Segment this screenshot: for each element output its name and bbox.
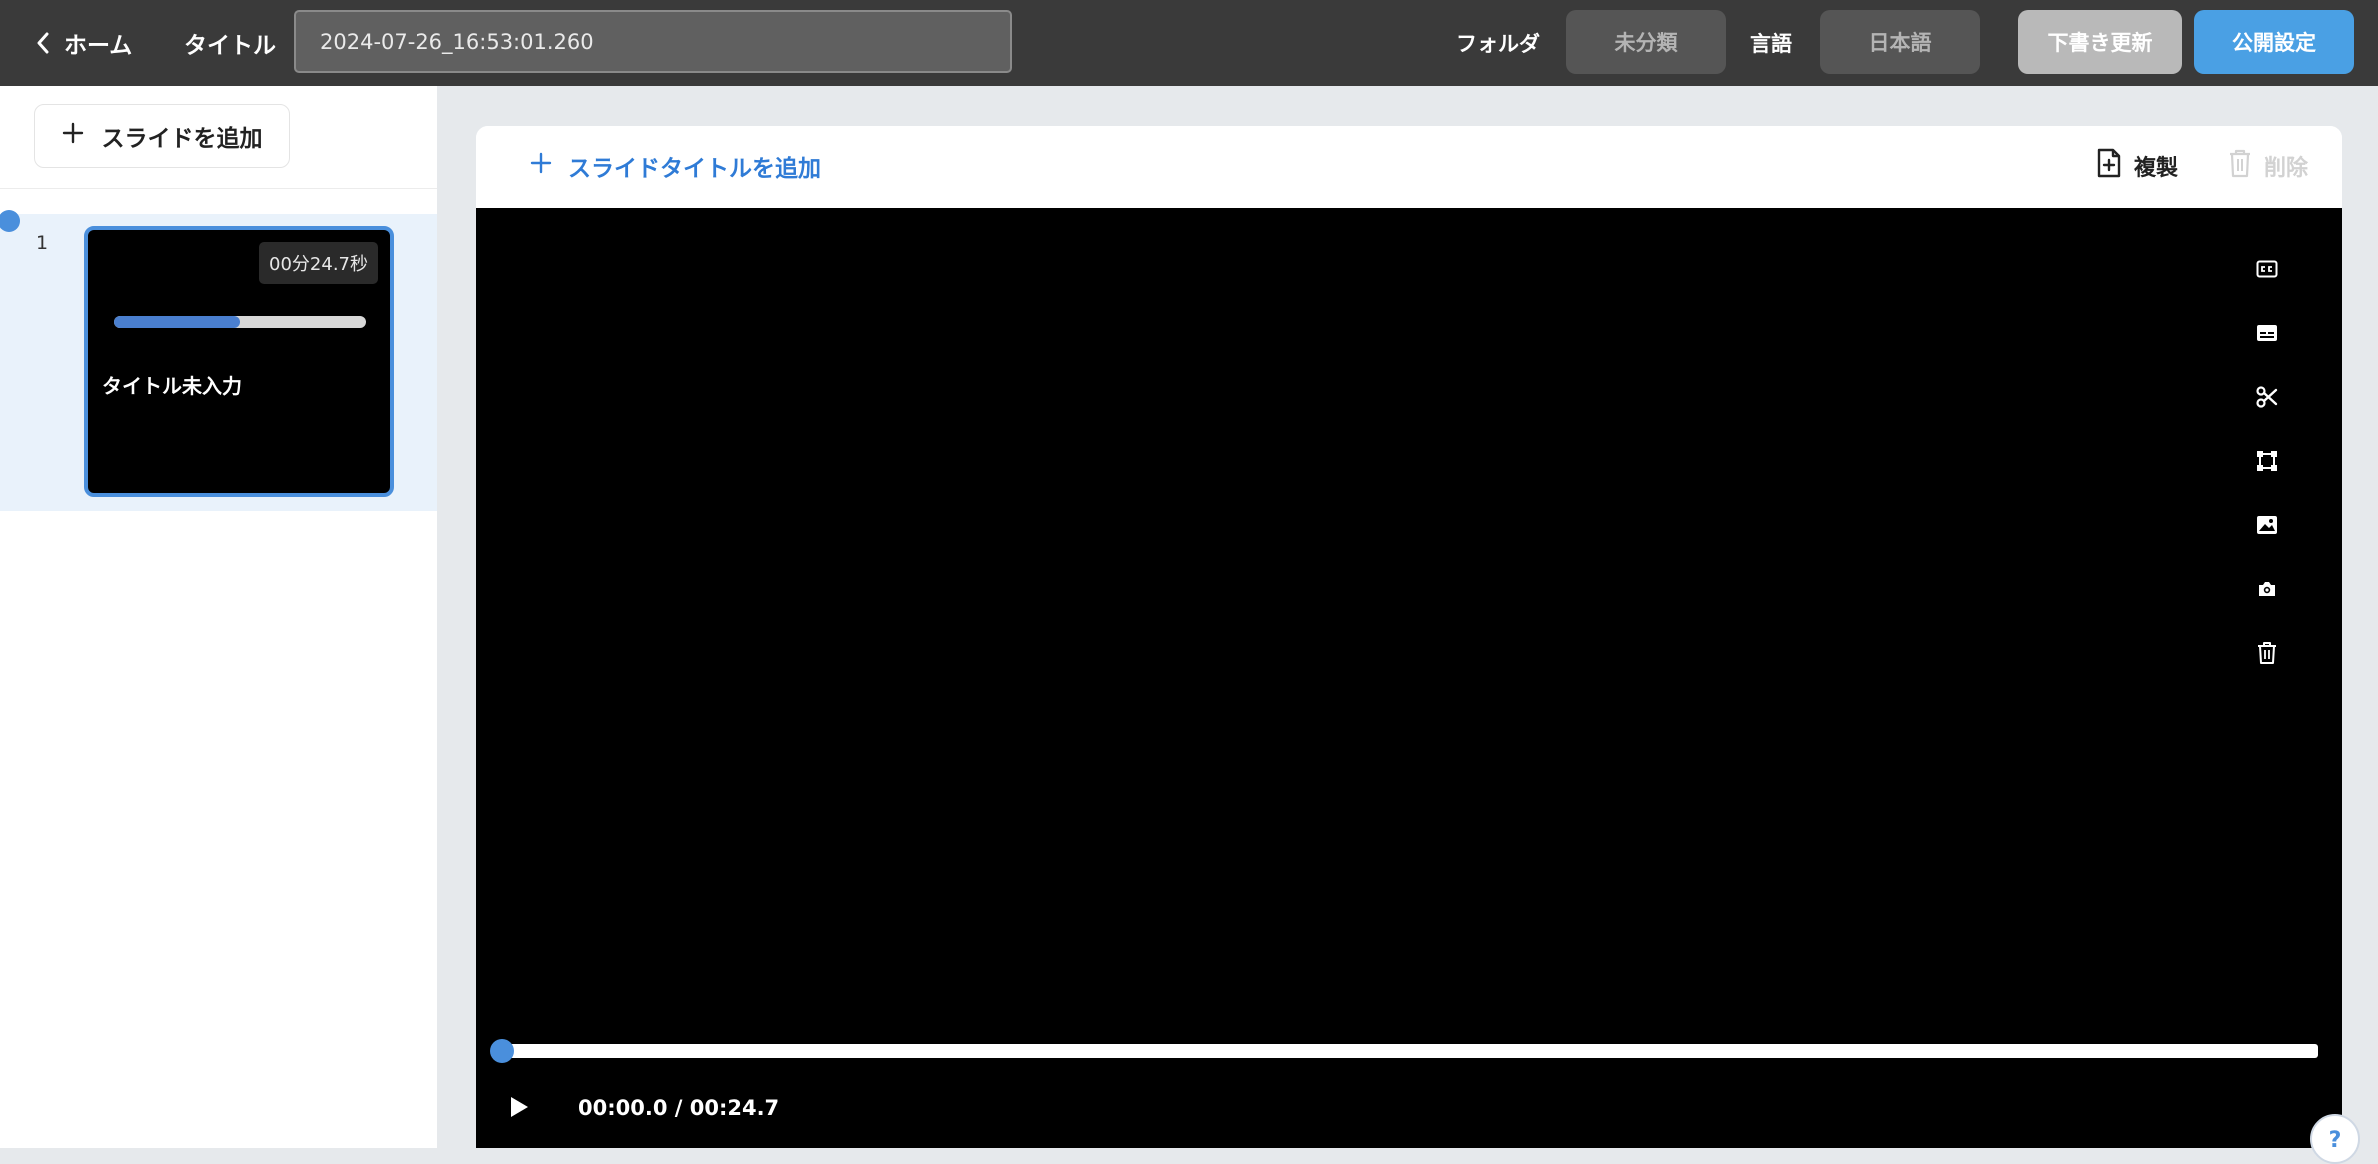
- trash-icon[interactable]: [2250, 636, 2284, 670]
- slide-duration-badge: 00分24.7秒: [259, 242, 378, 284]
- subtitles-icon[interactable]: [2250, 316, 2284, 350]
- resize-frame-icon[interactable]: [2250, 444, 2284, 478]
- top-bar: ホーム タイトル フォルダ 未分類 言語 日本語 下書き更新 公開設定: [0, 0, 2378, 86]
- chevron-left-icon: [36, 32, 50, 54]
- language-select[interactable]: 日本語: [1820, 10, 1980, 74]
- file-plus-icon: [2096, 148, 2122, 184]
- slide-sidebar: スライドを追加 1 00分24.7秒 タイトル未入力: [0, 86, 437, 1148]
- add-slide-label: スライドを追加: [101, 126, 263, 152]
- publish-settings-button[interactable]: 公開設定: [2194, 10, 2354, 74]
- current-time: 00:00.0: [578, 1096, 668, 1120]
- slide-title: タイトル未入力: [102, 374, 242, 398]
- slide-number: 1: [36, 232, 49, 254]
- total-time: 00:24.7: [689, 1096, 780, 1120]
- sidebar-divider: [0, 188, 437, 189]
- home-label: ホーム: [64, 33, 133, 59]
- title-input[interactable]: [294, 10, 1012, 73]
- time-separator: /: [667, 1096, 690, 1120]
- slide-thumbnail[interactable]: 00分24.7秒 タイトル未入力: [84, 226, 394, 497]
- slide-progress-fill: [114, 316, 240, 328]
- help-button[interactable]: ?: [2310, 1114, 2360, 1164]
- video-preview[interactable]: 00:00.0 / 00:24.7: [476, 208, 2342, 1148]
- add-slide-button[interactable]: スライドを追加: [34, 104, 290, 168]
- duplicate-button[interactable]: 複製: [2096, 144, 2178, 188]
- scissors-icon[interactable]: [2250, 380, 2284, 414]
- trash-icon: [2228, 148, 2252, 184]
- duplicate-label: 複製: [2134, 156, 2179, 181]
- title-label: タイトル: [184, 33, 276, 59]
- seek-bar[interactable]: [500, 1044, 2318, 1058]
- play-icon: [508, 1095, 530, 1123]
- folder-label: フォルダ: [1456, 32, 1540, 56]
- delete-button[interactable]: 削除: [2228, 144, 2308, 188]
- draft-update-button[interactable]: 下書き更新: [2018, 10, 2182, 74]
- plus-icon: [530, 152, 552, 180]
- home-link[interactable]: ホーム: [36, 22, 132, 64]
- delete-label: 削除: [2264, 156, 2309, 181]
- folder-select[interactable]: 未分類: [1566, 10, 1726, 74]
- editor-header: スライドタイトルを追加 複製 削除: [476, 126, 2342, 208]
- play-button[interactable]: [502, 1092, 536, 1126]
- closed-caption-icon[interactable]: [2250, 252, 2284, 286]
- image-icon[interactable]: [2250, 508, 2284, 542]
- add-slide-title-button[interactable]: スライドタイトルを追加: [530, 144, 821, 188]
- slide-progress-bar: [114, 316, 366, 328]
- seek-handle[interactable]: [490, 1039, 514, 1063]
- time-display: 00:00.0 / 00:24.7: [578, 1096, 779, 1120]
- language-label: 言語: [1750, 32, 1792, 56]
- add-slide-title-label: スライドタイトルを追加: [568, 156, 821, 182]
- plus-icon: [62, 122, 84, 150]
- camera-icon[interactable]: [2250, 572, 2284, 606]
- slide-editor: スライドタイトルを追加 複製 削除 00:00.0 / 00:24.7: [476, 126, 2342, 1148]
